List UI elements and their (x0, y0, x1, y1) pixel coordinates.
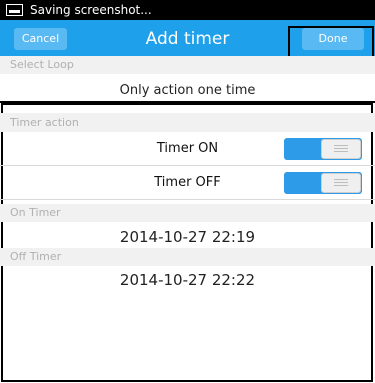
off-timer-value[interactable]: 2014-10-27 22:22 (0, 270, 375, 290)
timer-off-toggle[interactable] (284, 172, 362, 194)
select-loop-header: Select Loop (0, 56, 375, 74)
toggle-knob (321, 139, 361, 159)
off-timer-header: Off Timer (0, 248, 375, 266)
cancel-button[interactable]: Cancel (14, 28, 67, 50)
timer-on-row: Timer ON (0, 132, 375, 166)
timer-action-header: Timer action (0, 113, 375, 132)
select-loop-value[interactable]: Only action one time (0, 82, 375, 100)
status-text: Saving screenshot... (30, 3, 152, 17)
timer-off-row: Timer OFF (0, 166, 375, 200)
on-timer-value[interactable]: 2014-10-27 22:19 (0, 227, 375, 247)
on-timer-header: On Timer (0, 204, 375, 222)
screenshot-icon (6, 4, 23, 16)
status-bar: Saving screenshot... (0, 0, 375, 20)
toggle-knob (321, 173, 361, 193)
timer-on-toggle[interactable] (284, 138, 362, 160)
